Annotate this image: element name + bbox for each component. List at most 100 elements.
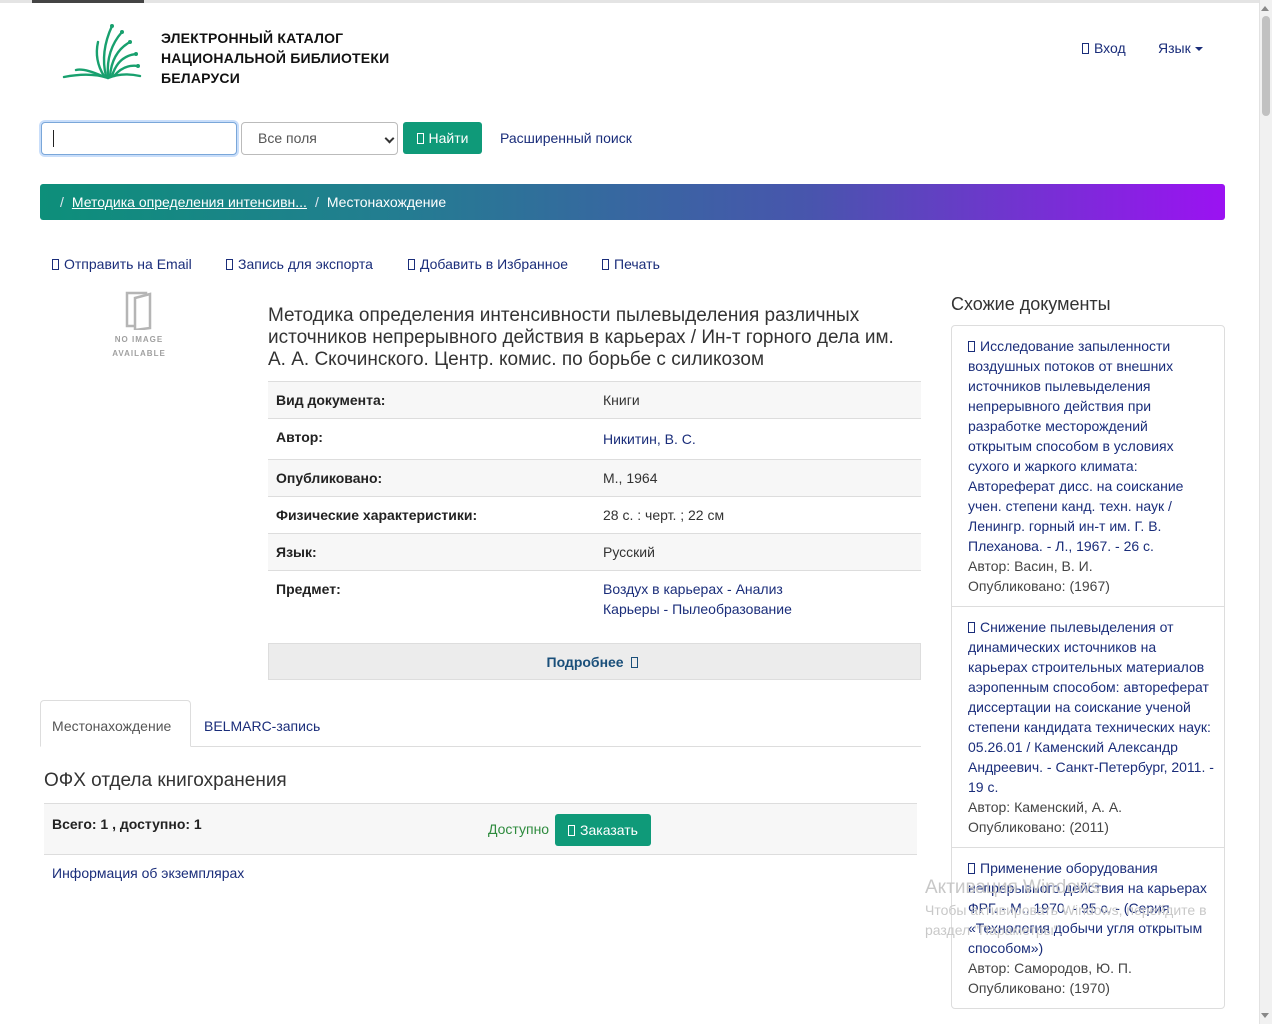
search-icon <box>416 133 424 144</box>
list-item: Применение оборудования непрерывного дей… <box>952 848 1224 1008</box>
scroll-down-arrow-icon[interactable] <box>1261 1013 1269 1018</box>
site-title-line1: ЭЛЕКТРОННЫЙ КАТАЛОГ <box>161 30 344 46</box>
tab-belmarc[interactable]: BELMARC-запись <box>204 700 320 747</box>
table-row: Предмет: Воздух в карьерах - Анализ Карь… <box>268 570 921 631</box>
similar-document-author: Автор: Васин, В. И. <box>968 558 1093 574</box>
table-row: Язык: Русский <box>268 533 921 571</box>
field-label: Автор: <box>268 418 595 460</box>
table-row: Автор: Никитин, В. С. <box>268 418 921 460</box>
star-icon <box>408 259 415 270</box>
search-button[interactable]: Найти <box>403 122 482 154</box>
breadcrumb-separator: / <box>314 194 319 210</box>
breadcrumb: / Методика определения интенсивн... / Место… <box>40 184 1225 220</box>
field-value: 28 с. : черт. ; 22 см <box>595 496 921 534</box>
search-button-label: Найти <box>428 130 469 146</box>
availability-status: Доступно <box>488 821 550 837</box>
field-value: Русский <box>595 533 921 571</box>
more-details-button[interactable]: Подробнее <box>268 643 921 680</box>
field-label: Язык: <box>268 533 595 571</box>
similar-document-author: Автор: Каменский, А. А. <box>968 799 1123 815</box>
export-action-label: Запись для экспорта <box>238 256 373 272</box>
book-icon <box>968 863 975 874</box>
favorites-action-label: Добавить в Избранное <box>420 256 569 272</box>
search-field-value: Все поля <box>258 130 317 146</box>
advanced-search-link[interactable]: Расширенный поиск <box>500 130 632 146</box>
holding-row: Всего: 1 , доступно: 1 Доступно Заказать <box>44 803 917 855</box>
similar-document-link[interactable]: Применение оборудования непрерывного дей… <box>968 858 1214 958</box>
chevron-down-icon <box>384 133 395 144</box>
page-scrollbar[interactable] <box>1259 0 1272 1024</box>
site-title-line2: НАЦИОНАЛЬНОЙ БИБЛИОТЕКИ <box>161 50 390 66</box>
similar-document-published: Опубликовано: (2011) <box>968 819 1109 835</box>
field-label: Вид документа: <box>268 381 595 419</box>
field-value: Воздух в карьерах - Анализ Карьеры - Пыл… <box>595 570 921 631</box>
envelope-icon <box>52 259 59 270</box>
breadcrumb-separator: / <box>60 194 64 210</box>
export-icon <box>226 259 233 270</box>
more-details-label: Подробнее <box>546 654 624 670</box>
sign-in-icon <box>1082 43 1089 54</box>
similar-document-link[interactable]: Снижение пылевыделения от динамических и… <box>968 617 1214 797</box>
check-icon <box>568 825 576 836</box>
email-action-label: Отправить на Email <box>64 256 192 272</box>
similar-document-text: Применение оборудования непрерывного дей… <box>968 860 1207 956</box>
order-button[interactable]: Заказать <box>555 814 651 846</box>
list-item: Исследование запыленности воздушных пото… <box>952 326 1224 607</box>
library-logo[interactable] <box>60 22 144 82</box>
holding-total: Всего: 1 , доступно: 1 <box>52 816 202 832</box>
active-tab-indicator <box>32 0 144 3</box>
breadcrumb-record-link[interactable]: Методика определения интенсивн... <box>72 194 307 210</box>
arrow-down-icon <box>630 657 638 668</box>
subject-link[interactable]: Карьеры - Пылеобразование <box>603 599 913 619</box>
subject-link[interactable]: Воздух в карьерах - Анализ <box>603 579 913 599</box>
similar-document-link[interactable]: Исследование запыленности воздушных пото… <box>968 336 1214 556</box>
table-row: Физические характеристики: 28 с. : черт.… <box>268 496 921 534</box>
breadcrumb-current: Местонахождение <box>326 194 447 210</box>
author-link[interactable]: Никитин, В. С. <box>603 429 913 449</box>
login-label: Вход <box>1094 40 1126 56</box>
print-action[interactable]: Печать <box>602 256 660 272</box>
language-label: Язык <box>1158 40 1191 56</box>
book-placeholder-icon <box>125 291 152 332</box>
text-cursor <box>53 130 54 147</box>
search-input[interactable] <box>41 122 237 155</box>
language-dropdown[interactable]: Язык <box>1158 40 1203 56</box>
email-action[interactable]: Отправить на Email <box>52 256 192 272</box>
similar-document-text: Снижение пылевыделения от динамических и… <box>968 619 1214 795</box>
similar-document-published: Опубликовано: (1967) <box>968 578 1110 594</box>
list-item: Снижение пылевыделения от динамических и… <box>952 607 1224 848</box>
print-action-label: Печать <box>614 256 660 272</box>
field-value: Книги <box>595 381 921 419</box>
caret-down-icon <box>1194 47 1203 52</box>
field-value: Никитин, В. С. <box>595 418 921 460</box>
similar-documents-title: Схожие документы <box>951 294 1111 314</box>
similar-document-text: Исследование запыленности воздушных пото… <box>968 338 1184 554</box>
order-button-label: Заказать <box>580 822 638 838</box>
holding-location-title: ОФХ отдела книгохранения <box>44 770 287 791</box>
print-icon <box>602 259 609 270</box>
export-action[interactable]: Запись для экспорта <box>226 256 373 272</box>
similar-document-author: Автор: Самородов, Ю. П. <box>968 960 1132 976</box>
field-label: Опубликовано: <box>268 459 595 497</box>
no-image-placeholder: NO IMAGE AVAILABLE <box>108 290 170 361</box>
book-icon <box>968 341 975 352</box>
table-row: Опубликовано: М., 1964 <box>268 459 921 497</box>
copies-info-link[interactable]: Информация об экземплярах <box>52 865 244 881</box>
search-field-select[interactable]: Все поля <box>241 122 398 155</box>
book-icon <box>968 622 975 633</box>
field-label: Предмет: <box>268 570 595 631</box>
scrollbar-thumb[interactable] <box>1262 16 1270 116</box>
scroll-up-arrow-icon[interactable] <box>1261 6 1269 11</box>
record-title: Методика определения интенсивности пылев… <box>268 305 894 370</box>
browser-top-line <box>0 0 1272 3</box>
field-value: М., 1964 <box>595 459 921 497</box>
record-tabs: Местонахождение BELMARC-запись <box>40 700 921 747</box>
field-label: Физические характеристики: <box>268 496 595 534</box>
tab-location[interactable]: Местонахождение <box>40 700 191 747</box>
record-details-table: Вид документа: Книги Автор: Никитин, В. … <box>268 381 921 631</box>
login-link[interactable]: Вход <box>1082 40 1126 56</box>
site-title-line3: БЕЛАРУСИ <box>161 70 240 86</box>
no-image-line2: AVAILABLE <box>112 349 166 358</box>
similar-document-published: Опубликовано: (1970) <box>968 980 1110 996</box>
favorites-action[interactable]: Добавить в Избранное <box>408 256 568 272</box>
